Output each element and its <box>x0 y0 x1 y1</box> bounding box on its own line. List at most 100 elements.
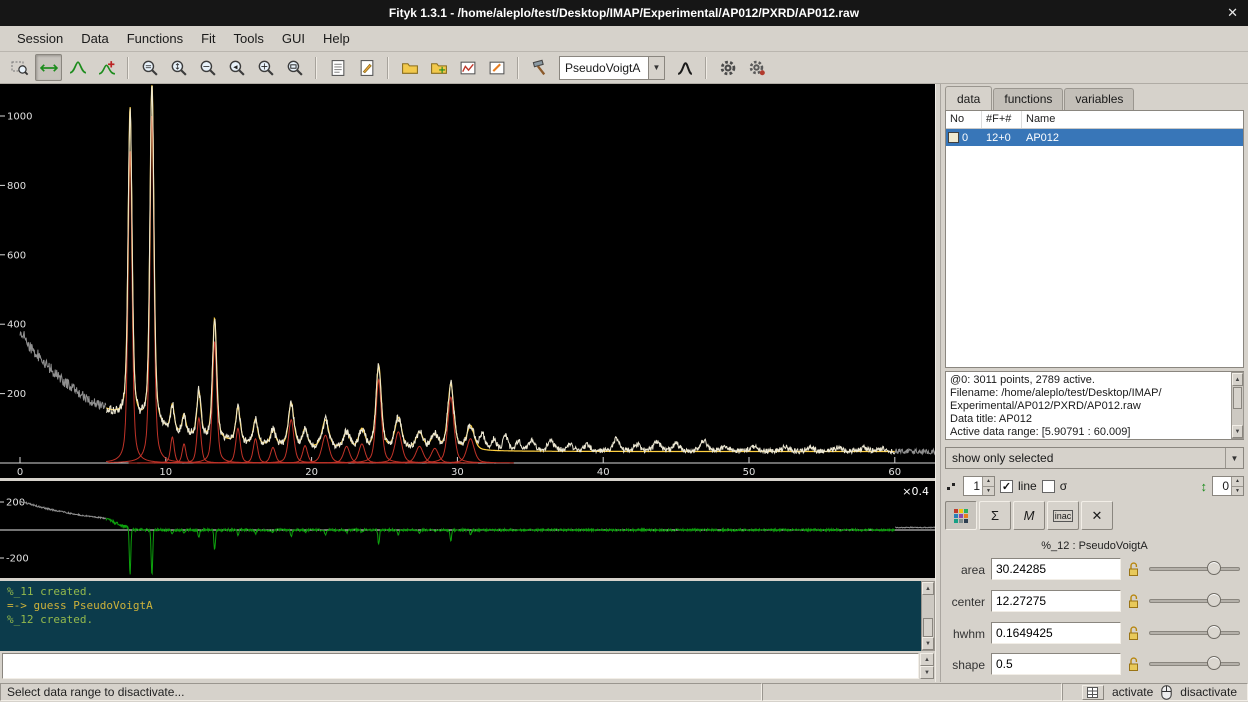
delete-button[interactable]: ✕ <box>1081 501 1113 530</box>
export-plot-button[interactable] <box>454 54 481 81</box>
menu-fit[interactable]: Fit <box>192 27 224 50</box>
param-area-input[interactable] <box>991 558 1121 580</box>
tab-data[interactable]: data <box>945 86 992 111</box>
menu-tools[interactable]: Tools <box>225 27 273 50</box>
svg-text:−: − <box>202 61 210 72</box>
tab-functions[interactable]: functions <box>993 88 1063 110</box>
column-functions: #F+# <box>982 111 1022 128</box>
function-type-select[interactable]: PseudoVoigtA ▼ <box>559 56 665 80</box>
toolbar-separator <box>517 57 519 79</box>
param-shape-input[interactable] <box>991 653 1121 675</box>
unlock-icon[interactable] <box>1127 561 1140 580</box>
scroll-down-icon[interactable]: ▼ <box>1232 425 1243 438</box>
window-titlebar: Fityk 1.3.1 - /home/aleplo/test/Desktop/… <box>0 0 1248 26</box>
slider-thumb[interactable] <box>1207 656 1221 670</box>
slider-thumb[interactable] <box>1207 593 1221 607</box>
svg-text:-200: -200 <box>6 554 29 565</box>
dataset-checkbox[interactable] <box>948 132 959 143</box>
svg-text:800: 800 <box>7 181 26 192</box>
svg-text:◂: ◂ <box>233 61 238 71</box>
zoom-out-button[interactable]: − <box>194 54 221 81</box>
zoom-mode-button[interactable] <box>6 54 33 81</box>
zoom-in-button[interactable]: + <box>252 54 279 81</box>
dataset-info: @0: 3011 points, 2789 active. Filename: … <box>945 371 1244 440</box>
zoom-selected-button[interactable] <box>281 54 308 81</box>
command-input[interactable] <box>2 653 919 679</box>
tab-variables[interactable]: variables <box>1064 88 1134 110</box>
filter-select[interactable]: show only selected ▼ <box>945 447 1244 469</box>
run-fit-button[interactable] <box>714 54 741 81</box>
add-peak-mode-button[interactable] <box>64 54 91 81</box>
point-size-spinner[interactable]: 1 ▲ ▼ <box>963 476 995 496</box>
menu-data[interactable]: Data <box>72 27 117 50</box>
spin-down-icon[interactable]: ▼ <box>1232 487 1243 496</box>
peak-plus-icon <box>98 59 116 77</box>
add-point-mode-button[interactable] <box>93 54 120 81</box>
dataset-row[interactable]: 0 12+0 AP012 <box>946 129 1243 146</box>
zoom-vertical-button[interactable]: ↕ <box>165 54 192 81</box>
status-options-button[interactable] <box>1082 685 1104 700</box>
auxiliary-plot[interactable]: 200-200×0.4 <box>0 481 935 578</box>
unlock-icon[interactable] <box>1127 656 1140 675</box>
undo-fit-button[interactable] <box>743 54 770 81</box>
window-close-button[interactable]: ✕ <box>1227 0 1238 26</box>
unlock-icon[interactable] <box>1127 625 1140 644</box>
shift-spinner[interactable]: 0 ▲ ▼ <box>1212 476 1244 496</box>
spin-up-icon[interactable]: ▲ <box>983 477 994 487</box>
unlock-icon[interactable] <box>1127 593 1140 612</box>
console-scrollbar[interactable]: ▲ ▼ <box>921 581 935 651</box>
edit-data-button[interactable] <box>483 54 510 81</box>
auto-add-peak-button[interactable] <box>671 54 698 81</box>
point-size-value: 1 <box>964 477 982 495</box>
gear-icon <box>719 59 737 77</box>
show-functions-button[interactable]: M <box>1013 501 1045 530</box>
menu-session[interactable]: Session <box>8 27 72 50</box>
param-hwhm-input[interactable] <box>991 622 1121 644</box>
param-center-slider[interactable] <box>1149 590 1240 612</box>
menu-functions[interactable]: Functions <box>118 27 192 50</box>
color-grid-icon <box>953 508 969 524</box>
data-colors-button[interactable] <box>945 501 977 530</box>
history-down-icon[interactable]: ▼ <box>920 666 934 679</box>
line-checkbox[interactable]: ✓ <box>1000 480 1013 493</box>
scroll-up-icon[interactable]: ▲ <box>1232 373 1243 386</box>
menu-help[interactable]: Help <box>314 27 359 50</box>
data-transform-button[interactable] <box>526 54 553 81</box>
history-up-icon[interactable]: ▲ <box>920 653 934 666</box>
zoom-previous-button[interactable]: ◂ <box>223 54 250 81</box>
open-folder-icon <box>401 59 419 77</box>
command-history-spinner[interactable]: ▲ ▼ <box>920 653 934 679</box>
param-center-input[interactable] <box>991 590 1121 612</box>
slider-thumb[interactable] <box>1207 625 1221 639</box>
sigma-checkbox[interactable] <box>1042 480 1055 493</box>
spin-up-icon[interactable]: ▲ <box>1232 477 1243 487</box>
show-sum-button[interactable]: Σ <box>979 501 1011 530</box>
editor-button[interactable] <box>353 54 380 81</box>
param-shape-slider[interactable] <box>1149 653 1240 675</box>
mouse-left-hint: activate <box>1112 685 1153 699</box>
spin-down-icon[interactable]: ▼ <box>983 487 994 496</box>
script-log-button[interactable] <box>324 54 351 81</box>
show-inactive-button[interactable]: inac <box>1047 501 1079 530</box>
param-hwhm-slider[interactable] <box>1149 622 1240 644</box>
main-plot[interactable]: 01020304050602004006008001000 <box>0 84 935 478</box>
scrollbar-thumb[interactable] <box>923 618 933 637</box>
data-range-mode-button[interactable] <box>35 54 62 81</box>
info-scrollbar[interactable]: ▲ ▼ <box>1231 372 1244 439</box>
scrollbar-thumb[interactable] <box>1233 387 1242 409</box>
reload-data-button[interactable]: + <box>425 54 452 81</box>
sigma-checkbox-label: σ <box>1060 479 1067 493</box>
toolbar-separator <box>315 57 317 79</box>
open-data-button[interactable] <box>396 54 423 81</box>
scroll-up-icon[interactable]: ▲ <box>922 582 934 595</box>
param-area-slider[interactable] <box>1149 558 1240 580</box>
scroll-down-icon[interactable]: ▼ <box>922 637 934 650</box>
slider-thumb[interactable] <box>1207 561 1221 575</box>
combo-arrow-icon[interactable]: ▼ <box>648 57 664 79</box>
menu-gui[interactable]: GUI <box>273 27 314 50</box>
filter-arrow-icon[interactable]: ▼ <box>1225 448 1243 468</box>
plot-image-icon <box>459 59 477 77</box>
zoom-all-button[interactable]: = <box>136 54 163 81</box>
zoom-all-icon: = <box>141 59 159 77</box>
menubar: Session Data Functions Fit Tools GUI Hel… <box>0 26 1248 52</box>
